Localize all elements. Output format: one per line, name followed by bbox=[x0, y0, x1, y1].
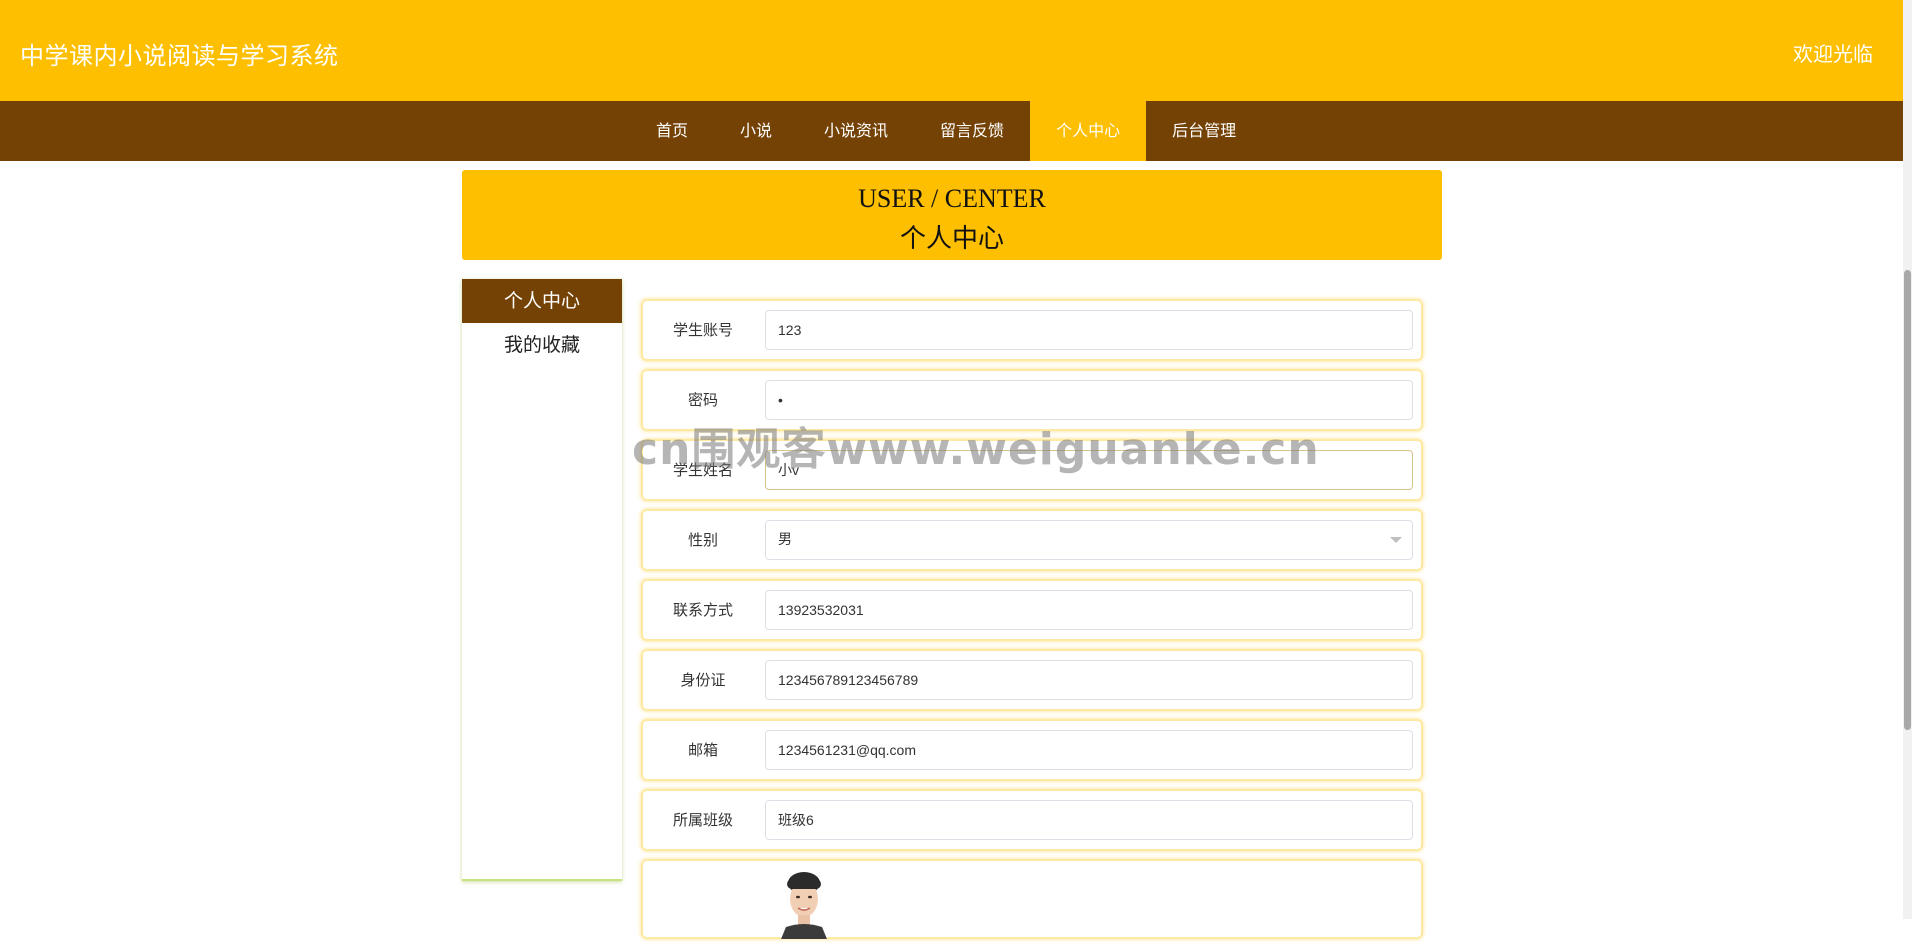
chevron-down-icon bbox=[1390, 537, 1402, 543]
phone-label: 联系方式 bbox=[672, 601, 733, 619]
id-card-input[interactable] bbox=[765, 660, 1413, 700]
gender-selected-value: 男 bbox=[778, 532, 792, 548]
nav-items: 首页 小说 小说资讯 留言反馈 个人中心 后台管理 bbox=[630, 101, 1262, 161]
scrollbar-thumb[interactable] bbox=[1904, 270, 1911, 730]
profile-form: 学生账号 密码 学生姓名 性别 男 联系方式 身份证 邮箱 所属班级 bbox=[641, 299, 1423, 947]
form-row-phone: 联系方式 bbox=[641, 579, 1423, 641]
sidebar-item-favorites[interactable]: 我的收藏 bbox=[462, 323, 622, 367]
account-input[interactable] bbox=[765, 310, 1413, 350]
gender-select[interactable]: 男 bbox=[765, 520, 1413, 560]
main-nav: 首页 小说 小说资讯 留言反馈 个人中心 后台管理 bbox=[0, 101, 1903, 161]
form-row-account: 学生账号 bbox=[641, 299, 1423, 361]
nav-item-novels[interactable]: 小说 bbox=[714, 101, 798, 161]
name-input[interactable] bbox=[765, 450, 1413, 490]
password-label: 密码 bbox=[687, 391, 718, 409]
form-row-name: 学生姓名 bbox=[641, 439, 1423, 501]
name-label: 学生姓名 bbox=[672, 461, 733, 479]
gender-label: 性别 bbox=[687, 531, 718, 549]
nav-item-home[interactable]: 首页 bbox=[630, 101, 714, 161]
form-row-avatar bbox=[641, 859, 1423, 939]
nav-item-admin[interactable]: 后台管理 bbox=[1146, 101, 1262, 161]
page-scrollbar[interactable] bbox=[1903, 0, 1912, 919]
form-row-password: 密码 bbox=[641, 369, 1423, 431]
site-header: 中学课内小说阅读与学习系统 欢迎光临 bbox=[0, 0, 1903, 101]
form-row-id-card: 身份证 bbox=[641, 649, 1423, 711]
email-label: 邮箱 bbox=[687, 741, 718, 759]
account-label: 学生账号 bbox=[672, 321, 733, 339]
form-row-gender: 性别 男 bbox=[641, 509, 1423, 571]
avatar-image[interactable] bbox=[781, 869, 827, 939]
phone-input[interactable] bbox=[765, 590, 1413, 630]
password-input[interactable] bbox=[765, 380, 1413, 420]
nav-item-user-center[interactable]: 个人中心 bbox=[1030, 101, 1147, 161]
sidebar-item-user-center[interactable]: 个人中心 bbox=[462, 279, 622, 323]
class-input[interactable] bbox=[765, 800, 1413, 840]
form-row-email: 邮箱 bbox=[641, 719, 1423, 781]
banner-title-en: USER / CENTER bbox=[858, 184, 1046, 213]
form-row-class: 所属班级 bbox=[641, 789, 1423, 851]
email-input[interactable] bbox=[765, 730, 1413, 770]
nav-item-novel-news[interactable]: 小说资讯 bbox=[798, 101, 914, 161]
id-card-label: 身份证 bbox=[680, 671, 726, 689]
nav-item-feedback[interactable]: 留言反馈 bbox=[914, 101, 1030, 161]
user-center-banner: USER / CENTER 个人中心 bbox=[462, 170, 1442, 260]
banner-title-cn: 个人中心 bbox=[899, 224, 1004, 253]
site-title: 中学课内小说阅读与学习系统 bbox=[20, 42, 339, 70]
welcome-text: 欢迎光临 bbox=[1793, 42, 1873, 66]
user-sidebar: 个人中心 我的收藏 bbox=[462, 279, 622, 881]
class-label: 所属班级 bbox=[672, 811, 733, 829]
